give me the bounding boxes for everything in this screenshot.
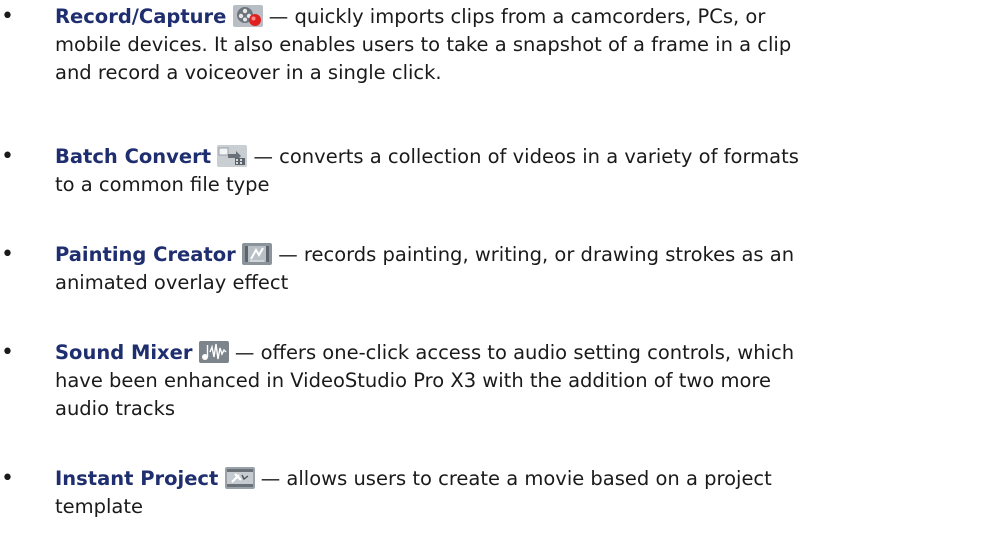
feature-name: Instant Project (55, 467, 219, 490)
feature-description-line: have been enhanced in VideoStudio Pro X3… (55, 369, 771, 392)
feature-description: — converts a collection of videos in a v… (253, 145, 799, 168)
instant-project-icon (224, 467, 255, 489)
painting-creator-icon (241, 243, 272, 265)
feature-description: — offers one-click access to audio setti… (234, 341, 795, 364)
bullet: • (1, 144, 14, 169)
batch-convert-icon (217, 145, 248, 167)
feature-description: — allows users to create a movie based o… (260, 467, 772, 490)
feature-name: Painting Creator (55, 243, 236, 266)
feature-name: Record/Capture (55, 5, 227, 28)
film-reel-record-icon (232, 5, 263, 27)
feature-description-line: mobile devices. It also enables users to… (55, 33, 792, 56)
bullet: • (1, 340, 14, 365)
bullet: • (1, 466, 14, 491)
feature-description-line: to a common file type (55, 173, 270, 196)
feature-description-line: and record a voiceover in a single click… (55, 61, 442, 84)
feature-description: — records painting, writing, or drawing … (278, 243, 795, 266)
sound-mixer-icon (198, 341, 229, 363)
feature-name: Sound Mixer (55, 341, 193, 364)
feature-description-line: animated overlay effect (55, 271, 289, 294)
bullet: • (1, 242, 14, 267)
bullet: • (1, 4, 14, 29)
feature-description: — quickly imports clips from a camcorder… (268, 5, 766, 28)
feature-description-line: audio tracks (55, 397, 176, 420)
feature-name: Batch Convert (55, 145, 212, 168)
document-page: • Record/Capture — quickly imports clips… (0, 0, 1003, 539)
feature-description-line: template (55, 495, 144, 518)
